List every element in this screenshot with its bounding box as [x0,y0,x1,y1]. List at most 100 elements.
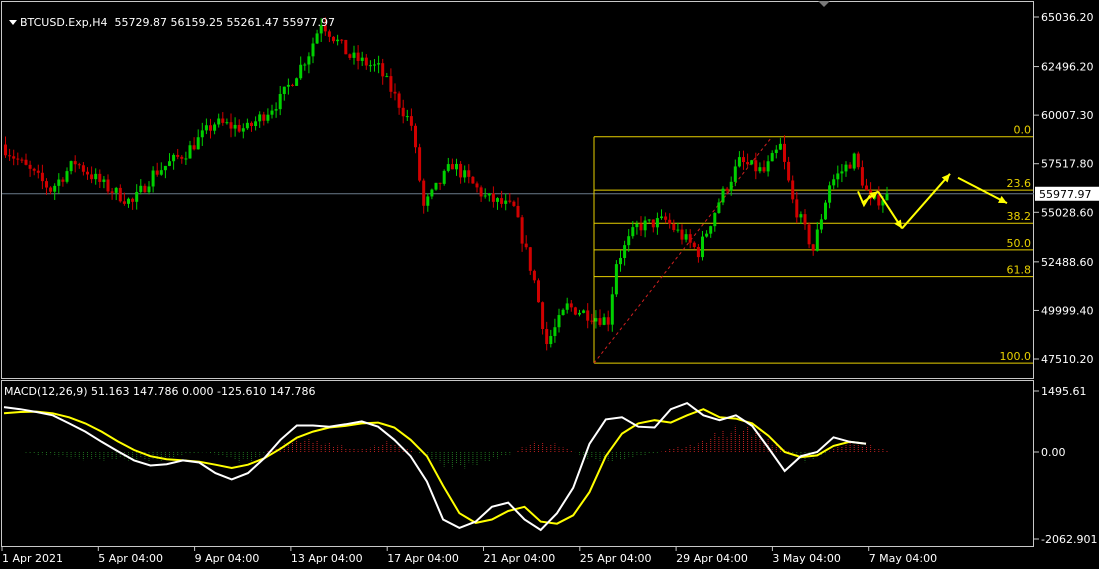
candle-bear [106,179,110,192]
candle-bull [385,76,389,78]
candle-bull [582,310,586,313]
candle-bull [614,264,618,295]
candle-bull [299,64,303,79]
candle-bear [118,187,122,202]
candle-bull [274,109,278,111]
candle-bull [487,193,491,196]
current-price-tag: 55977.97 [1035,186,1099,201]
candle-bull [766,161,770,172]
candle-bull [705,233,709,237]
candle-bear [692,242,696,247]
candle-bull [213,124,217,131]
candle-bear [787,161,791,181]
candle-bear [450,164,454,170]
candle-bull [815,229,819,251]
candle-bear [598,318,602,325]
candle-bear [791,180,795,200]
time-tick-label: 17 Apr 04:00 [387,552,459,565]
candle-bull [750,160,754,165]
candle-bear [680,229,684,240]
candle-bear [86,171,89,175]
candle-bear [545,328,549,345]
candle-bull [282,86,286,94]
candle-bear [528,247,532,271]
candle-bear [229,122,233,129]
candle-bull [184,158,188,160]
candle-bull [53,185,57,192]
ohlc-values: 55729.87 56159.25 55261.47 55977.97 [114,16,335,29]
candle-bear [389,76,393,92]
candle-bear [672,224,676,231]
price-tick-label: 55028.60 [1041,206,1094,219]
candle-bull [258,114,262,122]
candle-bear [340,39,344,41]
candle-bull [303,64,307,66]
candle-bull [442,170,446,184]
candle-bear [725,188,729,191]
candle-bull [254,121,258,127]
candle-bear [459,163,463,178]
candle-bear [45,181,48,188]
time-tick-label: 13 Apr 04:00 [291,552,363,565]
candle-bear [131,198,135,202]
candle-bear [122,201,126,204]
candle-bear [262,114,266,121]
candle-bull [627,236,631,246]
price-tick-label: 65036.20 [1041,11,1094,24]
chart-shift-marker[interactable] [818,1,830,7]
candle-bull [737,157,741,167]
time-tick-label: 21 Apr 04:00 [484,552,556,565]
candle-bull [426,196,430,206]
price-tick-label: 60007.30 [1041,109,1094,122]
candle-bull [578,312,581,315]
fib-level-label: 50.0 [1007,237,1032,250]
candle-bull [721,188,725,203]
candle-bull [758,167,762,172]
candle-bear [401,107,405,117]
fib-level-label: 61.8 [1007,264,1032,277]
candle-bear [807,224,811,245]
candle-bull [172,154,176,162]
time-tick-label: 5 Apr 04:00 [98,552,163,565]
candle-bear [155,170,159,175]
candle-bear [500,198,504,204]
candle-bear [811,244,815,251]
candle-bear [422,180,426,206]
candle-bear [176,154,180,157]
fibonacci-retracement[interactable]: 0.0 23.6 38.2 50.0 61.8 100.0 [593,124,1033,364]
time-tick-label: 9 Apr 04:00 [195,552,260,565]
candle-bear [532,270,536,281]
candle-bear [8,155,12,157]
candle-bull [373,64,376,66]
time-tick-label: 25 Apr 04:00 [580,552,652,565]
candle-bear [524,243,528,248]
candle-bull [266,114,270,121]
forecast-arrows[interactable] [857,173,1008,230]
candle-bull [717,202,721,213]
candle-bull [217,118,221,125]
candle-bear [877,194,881,206]
candle-bull [430,189,434,197]
candle-bull [286,84,290,87]
candle-bear [865,185,868,191]
macd-tick-label: 0.00 [1041,446,1066,459]
candle-bull [557,315,561,328]
candle-bull [196,137,200,150]
candle-bull [200,130,204,138]
candle-bear [541,302,545,329]
candle-bull [619,257,622,265]
candle-bear [28,164,32,169]
candle-bear [90,174,94,180]
candle-bear [569,303,573,308]
chart-menu-icon[interactable] [9,20,17,25]
candle-bear [61,179,65,182]
candle-bull [102,179,106,182]
candle-bull [496,198,499,202]
macd-tick-label: 1495.61 [1041,385,1087,398]
candle-bear [143,185,147,193]
candle-bull [701,236,704,258]
candle-bear [77,164,81,166]
candle-bear [848,164,852,169]
candle-bear [590,320,594,322]
candle-bull [159,170,163,175]
